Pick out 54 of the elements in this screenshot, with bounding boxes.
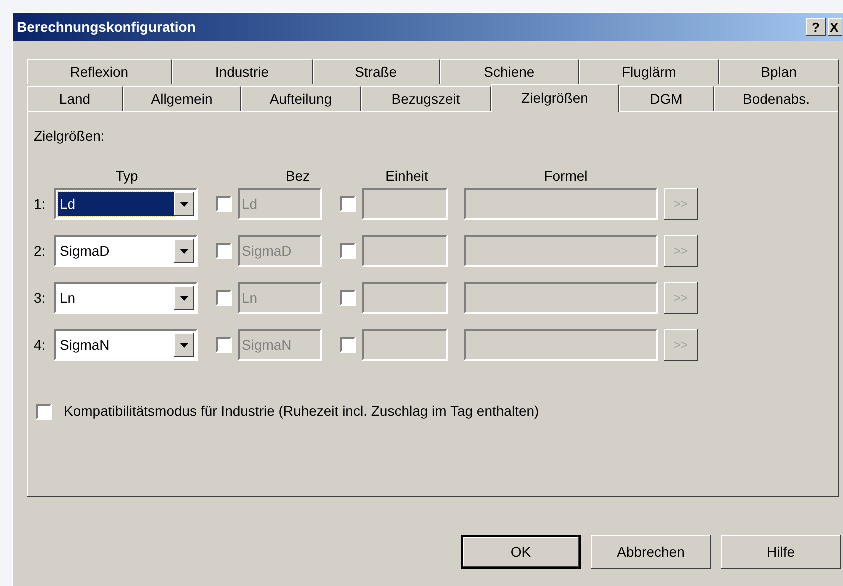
- checkbox[interactable]: [340, 243, 356, 259]
- dropdown-value: SigmaN: [59, 336, 111, 355]
- column-header: Formel: [543, 167, 589, 184]
- row-number: 4:: [34, 336, 47, 354]
- column-header: Einheit: [384, 167, 430, 184]
- dropdown[interactable]: Ln: [54, 282, 198, 314]
- tab[interactable]: Bodenabs.: [714, 86, 839, 111]
- tab[interactable]: Bezugszeit: [361, 86, 491, 111]
- dialog-button[interactable]: Hilfe: [721, 535, 841, 569]
- dropdown-value: Ld: [58, 192, 174, 216]
- tab[interactable]: Schiene: [440, 59, 580, 84]
- tab[interactable]: Aufteilung: [241, 86, 361, 111]
- text-field[interactable]: [464, 235, 658, 267]
- checkbox[interactable]: [216, 196, 232, 212]
- column-header: Bez: [284, 167, 312, 184]
- dropdown-value: SigmaD: [59, 242, 111, 261]
- dialog-button[interactable]: OK: [461, 535, 581, 569]
- checkbox[interactable]: [340, 290, 356, 306]
- text-field[interactable]: [464, 329, 658, 361]
- tab[interactable]: Fluglärm: [579, 59, 720, 84]
- checkbox[interactable]: [340, 337, 356, 353]
- window-title: Berechnungskonfiguration: [17, 18, 197, 37]
- dropdown[interactable]: Ld: [54, 188, 198, 220]
- dropdown[interactable]: SigmaD: [54, 235, 198, 267]
- text-field[interactable]: [464, 282, 658, 314]
- dialog-button[interactable]: Abbrechen: [591, 535, 711, 569]
- dropdown-value: Ln: [59, 288, 77, 308]
- checkbox[interactable]: [216, 290, 232, 306]
- tab[interactable]: Bplan: [719, 59, 840, 84]
- tab[interactable]: DGM: [619, 86, 714, 111]
- help-button[interactable]: ?: [806, 18, 826, 36]
- column-header: Typ: [114, 167, 140, 184]
- close-button[interactable]: X: [828, 18, 842, 36]
- checkbox[interactable]: [216, 243, 232, 259]
- checkbox[interactable]: [340, 196, 356, 212]
- text-field[interactable]: [362, 188, 448, 220]
- tab[interactable]: Allgemein: [123, 86, 241, 111]
- text-field[interactable]: [464, 188, 658, 220]
- checkbox[interactable]: [216, 337, 232, 353]
- text-field[interactable]: [362, 235, 448, 267]
- row-number: 3:: [34, 288, 47, 308]
- text-field[interactable]: [362, 282, 448, 314]
- tab[interactable]: Industrie: [172, 59, 313, 84]
- text-field[interactable]: [362, 329, 448, 361]
- tab[interactable]: Land: [27, 86, 123, 111]
- row-number: 2:: [34, 242, 47, 260]
- tab[interactable]: Zielgrößen: [491, 84, 619, 112]
- tab[interactable]: Straße: [312, 59, 440, 84]
- dropdown[interactable]: SigmaN: [54, 329, 198, 361]
- checkbox[interactable]: [36, 404, 52, 420]
- checkbox-label: Kompatibilitätsmodus für Industrie (Ruhezeit incl. Zuschlag im Tag enthalten): [64, 402, 540, 421]
- row-number: 1:: [34, 194, 47, 214]
- section-label: Zielgrößen:: [34, 127, 106, 146]
- tab[interactable]: Reflexion: [27, 59, 172, 84]
